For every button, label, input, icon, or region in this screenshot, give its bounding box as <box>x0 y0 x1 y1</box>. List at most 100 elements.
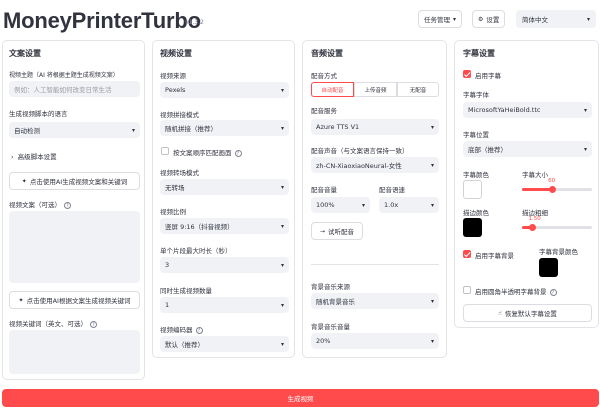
sparkle-icon: ✦ <box>18 296 24 304</box>
match-order-checkbox[interactable] <box>161 147 169 155</box>
voice-mode-none[interactable]: 无配音 <box>397 82 439 97</box>
chevron-down-icon: ▾ <box>430 297 434 305</box>
enable-subtitle-checkbox[interactable] <box>463 70 471 78</box>
script-language-select[interactable]: 自动检测 ▾ <box>9 122 140 138</box>
help-icon[interactable]: ? <box>234 149 242 157</box>
gear-icon: ⚙ <box>478 15 484 23</box>
voice-volume-value: 100% <box>316 201 335 209</box>
enable-subtitle-bg-label: 启用字幕背景 <box>475 252 514 260</box>
voice-value: zh-CN-XiaoxiaoNeural-女性 <box>316 162 402 170</box>
subtitle-settings-panel: 字幕设置 启用字幕 字幕字体 MicrosoftYaHeiBold.ttc ▾ … <box>454 40 599 328</box>
task-management-label: 任务管理 <box>424 16 450 24</box>
voice-rate-label: 配音语速 <box>379 186 405 194</box>
concat-mode-label: 视频拼接模式 <box>160 111 199 119</box>
try-voice-button[interactable]: → 试听配音 <box>311 222 363 240</box>
concat-mode-value: 随机拼接（推荐） <box>165 125 217 133</box>
subtitle-bg-color-swatch[interactable] <box>539 258 558 277</box>
audio-panel-title: 音频设置 <box>311 49 343 58</box>
language-select-value: 简体中文 <box>522 16 548 24</box>
app-version: v1.3.2 <box>185 19 204 26</box>
subtitle-size-label: 字幕大小 <box>522 171 548 179</box>
voice-mode-auto[interactable]: 自动配音 <box>311 82 354 97</box>
script-text-label-text: 视频文案（可选） <box>9 201 61 209</box>
bgm-source-select[interactable]: 随机背景音乐 ▾ <box>311 293 439 309</box>
advanced-script-label: 高级脚本设置 <box>17 153 57 161</box>
keywords-label-text: 视频关键词（英文、可选） <box>9 320 87 328</box>
concat-mode-select[interactable]: 随机拼接（推荐） ▾ <box>160 120 289 136</box>
bgm-volume-select[interactable]: 20% ▾ <box>311 333 439 349</box>
chevron-down-icon: ▾ <box>280 222 284 230</box>
task-management-button[interactable]: 任务管理 ▾ <box>418 10 463 28</box>
codec-label-text: 视频编码器 <box>160 326 193 334</box>
chevron-down-icon: ▾ <box>280 86 284 94</box>
rounded-bg-label: 启用圆角半透明字幕背景? <box>475 286 557 296</box>
subtitle-size-fill <box>522 188 553 191</box>
voice-volume-select[interactable]: 100% ▾ <box>311 197 370 213</box>
generate-script-button[interactable]: ✦ 点击使用AI生成视频文案和关键词 <box>9 172 140 190</box>
chevron-down-icon: ▾ <box>583 145 587 153</box>
help-icon[interactable]: ? <box>90 320 97 328</box>
video-source-value: Pexels <box>165 86 186 94</box>
chevron-down-icon: ▾ <box>586 15 590 23</box>
reset-subtitle-label: 恢复默认字幕设置 <box>504 310 557 318</box>
try-voice-label: 试听配音 <box>328 228 355 236</box>
subtitle-position-select[interactable]: 底部（推荐） ▾ <box>463 141 592 157</box>
subtitle-panel-title: 字幕设置 <box>463 49 495 58</box>
language-select[interactable]: 简体中文 ▾ <box>516 10 596 28</box>
stroke-width-slider-thumb[interactable] <box>529 224 536 231</box>
voice-rate-select[interactable]: 1.0x ▾ <box>379 197 439 213</box>
advanced-script-toggle[interactable]: › 高级脚本设置 <box>11 151 57 161</box>
settings-button[interactable]: ⚙ 设置 <box>472 10 506 28</box>
chevron-down-icon: ▾ <box>131 126 135 134</box>
chevron-down-icon: ▾ <box>430 123 434 131</box>
clip-duration-select[interactable]: 3 ▾ <box>160 257 289 273</box>
script-text-label: 视频文案（可选）? <box>9 199 71 209</box>
bgm-source-label: 背景音乐来源 <box>311 283 350 291</box>
subtitle-size-slider-thumb[interactable] <box>548 186 556 193</box>
subject-input[interactable]: 例如：人工智能如何改变日常生活 <box>9 81 140 97</box>
reset-subtitle-button[interactable]: ☝ 恢复默认字幕设置 <box>463 304 592 322</box>
voice-select[interactable]: zh-CN-XiaoxiaoNeural-女性 ▾ <box>311 157 439 173</box>
tts-service-select[interactable]: Azure TTS V1 ▾ <box>311 119 439 135</box>
subtitle-font-select[interactable]: MicrosoftYaHeiBold.ttc ▾ <box>463 102 592 118</box>
help-icon[interactable]: ? <box>64 201 71 209</box>
video-source-select[interactable]: Pexels ▾ <box>160 82 289 98</box>
match-order-label: 按文案顺序匹配画面? <box>173 147 242 157</box>
script-textarea[interactable] <box>9 211 140 283</box>
audio-settings-panel: 音频设置 配音方式 自动配音 上传音频 无配音 配音服务 Azure TTS V… <box>302 40 447 358</box>
arrow-right-icon: → <box>319 227 326 235</box>
voice-mode-label: 配音方式 <box>311 72 337 80</box>
script-settings-panel: 文案设置 视频主题（AI 将根据主题生成视频文案） 例如：人工智能如何改变日常生… <box>2 40 145 380</box>
stroke-color-swatch[interactable] <box>463 218 482 237</box>
subtitle-color-swatch[interactable] <box>463 180 482 199</box>
divider <box>311 264 439 265</box>
voice-mode-upload[interactable]: 上传音频 <box>354 82 397 97</box>
chevron-down-icon: ▾ <box>280 124 284 132</box>
codec-value: 默认（推荐） <box>165 341 204 349</box>
video-source-label: 视频来源 <box>160 72 186 80</box>
codec-select[interactable]: 默认（推荐） ▾ <box>160 336 289 352</box>
generate-video-button[interactable]: 生成视频 <box>2 389 599 407</box>
rounded-bg-checkbox[interactable] <box>463 286 471 294</box>
bgm-source-value: 随机背景音乐 <box>316 298 355 306</box>
chevron-down-icon: ▾ <box>583 106 587 114</box>
stroke-color-label: 描边颜色 <box>463 209 489 217</box>
script-language-label: 生成视频脚本的语言 <box>9 110 68 118</box>
bgm-volume-value: 20% <box>316 337 331 345</box>
subtitle-font-value: MicrosoftYaHeiBold.ttc <box>468 106 541 114</box>
generate-script-label: 点击使用AI生成视频文案和关键词 <box>29 178 128 186</box>
keywords-textarea[interactable] <box>9 330 140 374</box>
enable-subtitle-bg-checkbox[interactable] <box>463 250 471 258</box>
video-count-select[interactable]: 1 ▾ <box>160 297 289 313</box>
generate-keywords-button[interactable]: ✦ 点击使用AI根据文案生成视频关键词 <box>9 291 140 309</box>
transition-select[interactable]: 无转场 ▾ <box>160 179 289 195</box>
voice-label: 配音声音（与文案语言保持一致） <box>311 147 409 155</box>
transition-value: 无转场 <box>165 184 185 192</box>
subtitle-size-value: 60 <box>548 178 556 184</box>
video-count-value: 1 <box>165 301 170 309</box>
rounded-bg-label-text: 启用圆角半透明字幕背景 <box>475 288 547 296</box>
help-icon[interactable]: ? <box>195 326 203 334</box>
help-icon[interactable]: ? <box>549 288 557 296</box>
stroke-width-value: 1.50 <box>528 216 541 222</box>
aspect-ratio-select[interactable]: 竖屏 9:16（抖音视频） ▾ <box>160 218 289 234</box>
